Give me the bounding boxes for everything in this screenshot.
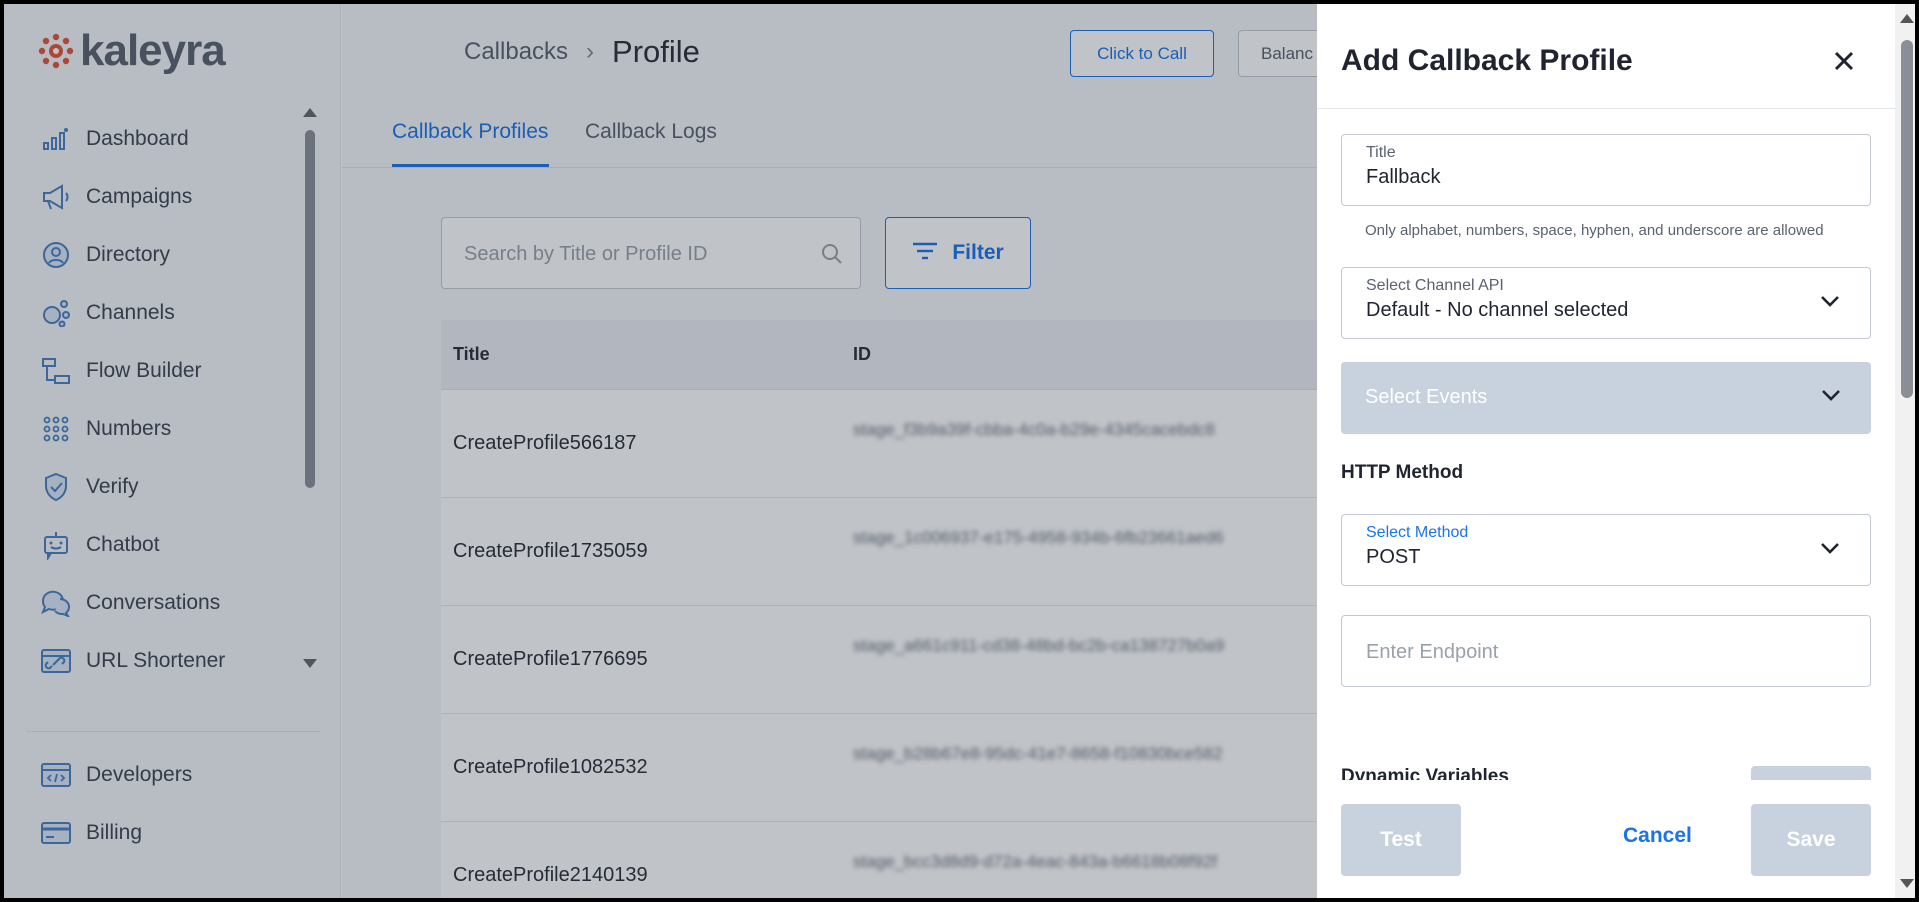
select-events-dropdown[interactable]: Select Events (1341, 362, 1871, 434)
title-field[interactable]: Title Fallback (1341, 134, 1871, 206)
title-field-value[interactable]: Fallback (1366, 166, 1440, 189)
modal-backdrop[interactable] (4, 4, 1317, 898)
dynamic-variables-heading: Dynamic Variables (1341, 766, 1509, 780)
select-events-label: Select Events (1365, 386, 1488, 408)
endpoint-field (1341, 615, 1871, 687)
chevron-down-icon (1821, 388, 1841, 407)
channel-api-select[interactable]: Select Channel API Default - No channel … (1341, 267, 1871, 339)
http-method-heading: HTTP Method (1341, 462, 1464, 483)
title-helper-text: Only alphabet, numbers, space, hyphen, a… (1365, 222, 1824, 239)
chevron-down-icon (1820, 294, 1840, 313)
endpoint-input[interactable] (1366, 638, 1836, 666)
drawer-footer: Test Cancel Save (1317, 782, 1895, 898)
method-select[interactable]: Select Method POST (1341, 514, 1871, 586)
test-button[interactable]: Test (1341, 804, 1461, 876)
drawer-scrollbar[interactable] (1895, 4, 1915, 898)
scroll-down-arrow-icon[interactable] (1900, 879, 1914, 888)
channel-api-label: Select Channel API (1366, 277, 1504, 294)
chevron-down-icon (1820, 541, 1840, 560)
add-callback-profile-drawer: Add Callback Profile Title Fallback Only… (1317, 4, 1895, 898)
title-field-label: Title (1366, 144, 1396, 161)
drawer-title: Add Callback Profile (1341, 44, 1633, 77)
app-window: kaleyra Dashboard Campaigns Directory Ch… (0, 0, 1919, 902)
close-icon[interactable] (1829, 46, 1859, 76)
channel-api-value: Default - No channel selected (1366, 299, 1629, 321)
scroll-thumb[interactable] (1901, 40, 1913, 398)
save-button[interactable]: Save (1751, 804, 1871, 876)
method-select-label: Select Method (1366, 524, 1469, 541)
drawer-header-divider (1317, 108, 1895, 109)
method-select-value: POST (1366, 546, 1421, 568)
dynamic-variables-button[interactable] (1751, 766, 1871, 780)
cancel-button[interactable]: Cancel (1623, 824, 1692, 848)
scroll-up-arrow-icon[interactable] (1900, 14, 1914, 23)
